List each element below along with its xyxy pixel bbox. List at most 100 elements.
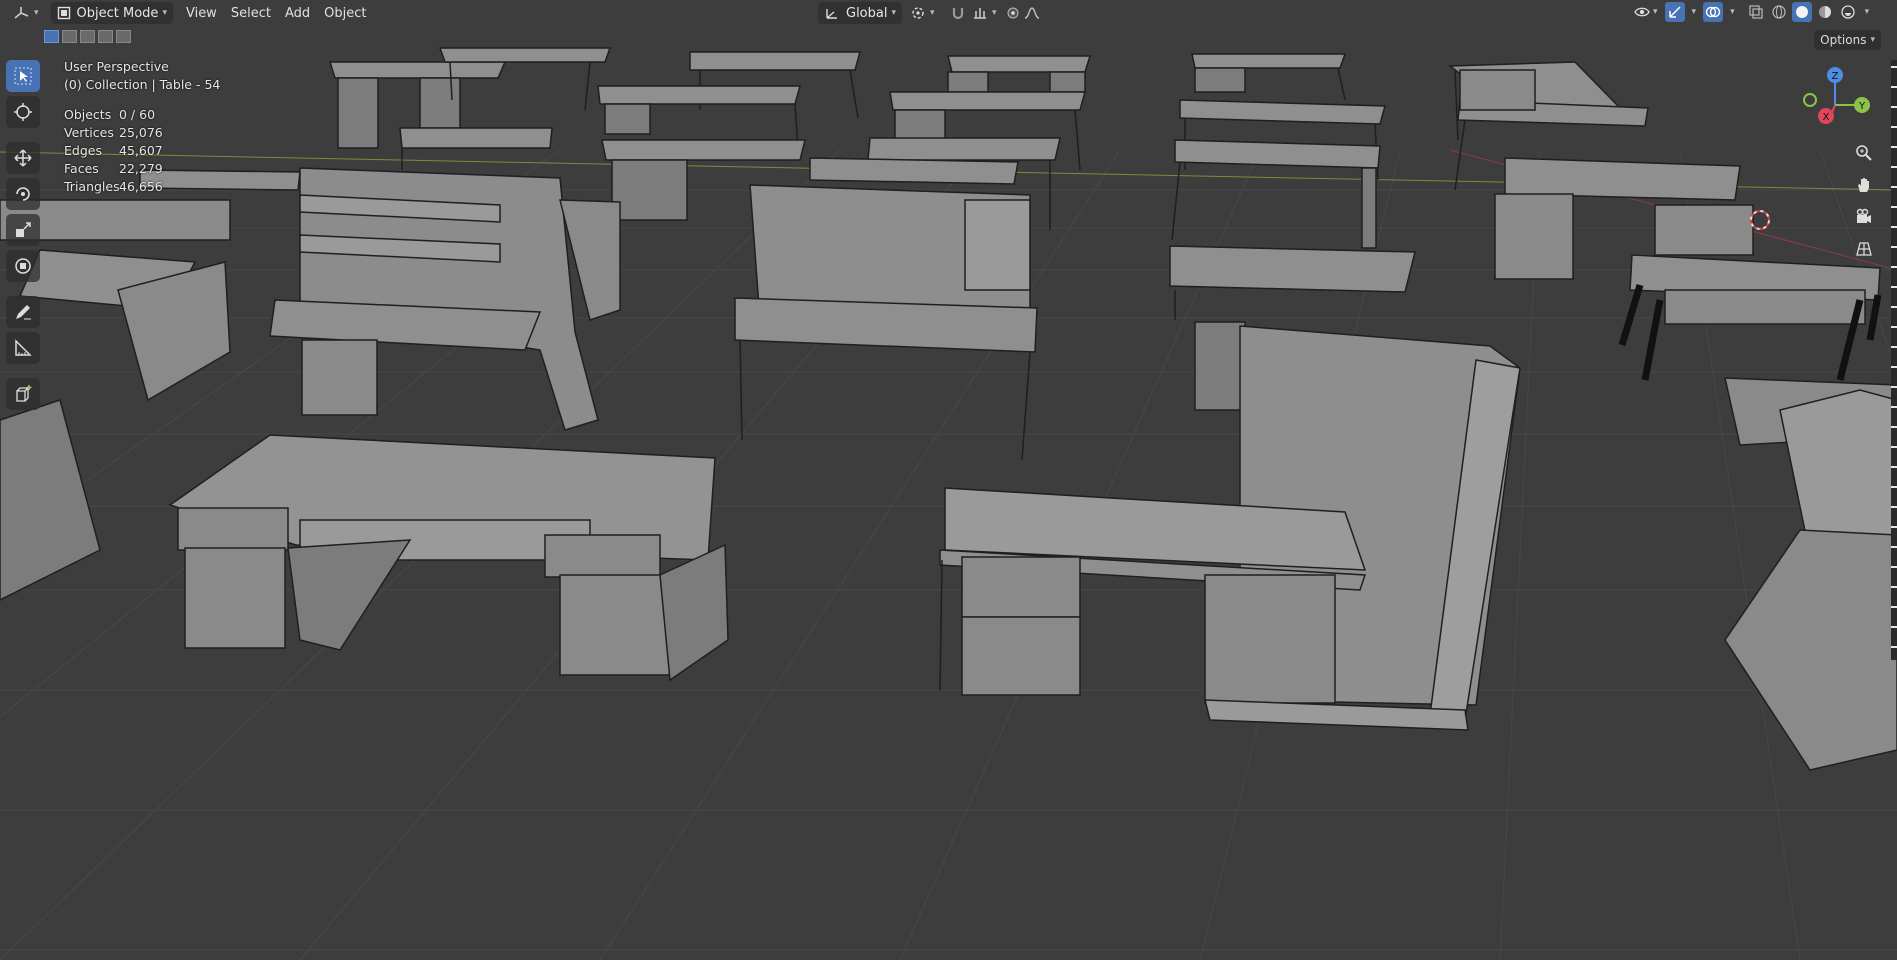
stat-value: 0 / 60 [119, 107, 156, 122]
select-extend-icon[interactable] [62, 30, 77, 43]
rotate-tool[interactable] [6, 178, 40, 210]
falloff-curve-icon [1024, 7, 1040, 19]
cursor-tool[interactable] [6, 96, 40, 128]
gizmo-z-label: Z [1832, 71, 1839, 82]
pivot-point-button[interactable]: ▾ [904, 2, 941, 24]
stat-label: Objects [64, 107, 112, 122]
gizmo-icon [1668, 6, 1681, 18]
zoom-button[interactable] [1851, 140, 1877, 166]
hand-icon [1858, 178, 1869, 192]
ruler-icon [15, 339, 32, 356]
xray-icon [1748, 5, 1763, 19]
viewport-visibility-controls: ▾ ▾ ▾ ▾ [1632, 2, 1869, 22]
stat-label: Edges [64, 143, 102, 158]
3d-cursor-tool-icon [14, 103, 32, 121]
menu-select[interactable]: Select [224, 6, 278, 21]
annotate-tool[interactable] [6, 296, 40, 328]
collection-label: (0) Collection | Table - 54 [64, 77, 221, 92]
falloff-dropdown[interactable] [1018, 2, 1046, 24]
select-intersect-icon[interactable] [116, 30, 131, 43]
stat-row: Edges 45,607 [64, 142, 220, 160]
mode-label: Object Mode [76, 5, 159, 21]
stat-value: 22,279 [119, 161, 163, 176]
camera-icon [1856, 208, 1871, 223]
gizmo-y-label: Y [1858, 101, 1866, 112]
axis-icon [14, 7, 29, 19]
shading-solid-button[interactable] [1791, 2, 1812, 22]
scene-statistics: Objects 0 / 60 Vertices 25,076 Edges 45,607… [64, 106, 220, 196]
stat-value: 45,607 [119, 143, 163, 158]
shading-material-button[interactable] [1815, 2, 1835, 22]
menu-view[interactable]: View [179, 6, 224, 21]
add-cube-tool[interactable] [6, 378, 40, 410]
move-tool[interactable] [6, 142, 40, 174]
perspective-label: User Perspective [64, 59, 169, 74]
rotate-icon [16, 187, 30, 201]
snap-target-dropdown[interactable]: ▾ [966, 2, 1003, 24]
scene-render [0, 47, 1897, 960]
pivot-icon [912, 7, 924, 19]
overlays-icon [1705, 6, 1721, 18]
measure-tool[interactable] [6, 332, 40, 364]
shading-wireframe-button[interactable] [1769, 2, 1789, 22]
pencil-icon [16, 305, 31, 320]
orientation-dropdown[interactable]: Global ▾ [818, 2, 903, 24]
eye-icon [1634, 7, 1650, 17]
xray-toggle[interactable] [1746, 2, 1766, 22]
object-mode-icon [57, 6, 70, 20]
neg-y-axis-handle[interactable] [1803, 93, 1817, 107]
editor-type-button[interactable]: ▾ [6, 2, 45, 24]
add-cube-icon [16, 385, 32, 402]
magnet-icon [952, 8, 964, 20]
overlays-toggle[interactable] [1703, 2, 1724, 22]
transform-icon [15, 258, 31, 274]
perspective-toggle-button[interactable] [1851, 236, 1877, 262]
stat-value: 46,656 [119, 179, 163, 194]
navigation-gizmo[interactable]: Z Y X [1790, 60, 1880, 150]
move-arrows-icon [14, 149, 32, 167]
selection-mode-buttons [44, 30, 131, 43]
shading-rendered-button[interactable] [1838, 2, 1858, 22]
menu-object[interactable]: Object [317, 6, 373, 21]
pan-button[interactable] [1851, 172, 1877, 198]
select-subtract-icon[interactable] [80, 30, 95, 43]
snap-increment-icon [974, 8, 986, 19]
viewport-info-overlay: User Perspective (0) Collection | Table … [64, 58, 220, 196]
scale-tool[interactable] [6, 214, 40, 246]
region-edge-handle[interactable] [1891, 60, 1897, 660]
tool-shelf [6, 60, 42, 410]
stat-row: Triangles 46,656 [64, 178, 220, 196]
stat-label: Faces [64, 161, 99, 176]
magnifier-icon [1856, 145, 1872, 161]
grid-perspective-icon [1856, 242, 1872, 256]
stat-row: Vertices 25,076 [64, 124, 220, 142]
solid-sphere-icon [1795, 6, 1808, 18]
orientation-label: Global [846, 5, 888, 21]
furniture-objects [0, 47, 1897, 771]
rendered-sphere-icon [1840, 5, 1855, 19]
camera-view-button[interactable] [1851, 204, 1877, 230]
select-box-tool[interactable] [6, 60, 40, 92]
stat-label: Vertices [64, 125, 114, 140]
stat-label: Triangles [64, 179, 120, 194]
select-new-icon[interactable] [44, 30, 59, 43]
gizmo-toggle[interactable] [1664, 2, 1685, 22]
stat-row: Faces 22,279 [64, 160, 220, 178]
viewport-header: ▾ Object Mode ▾ View Select Add Object G… [0, 0, 1897, 26]
material-sphere-icon [1818, 6, 1831, 18]
gizmo-x-label: X [1823, 112, 1830, 123]
options-dropdown[interactable]: Options ▾ [1814, 30, 1881, 50]
stat-row: Objects 0 / 60 [64, 106, 220, 124]
object-visibility-button[interactable] [1632, 2, 1652, 22]
transform-tool[interactable] [6, 250, 40, 282]
3d-viewport[interactable]: ▾ Object Mode ▾ View Select Add Object G… [0, 0, 1897, 960]
transform-orientation-icon [826, 9, 837, 19]
cursor-arrow-icon [14, 67, 32, 85]
wireframe-sphere-icon [1771, 5, 1786, 19]
options-label: Options [1820, 33, 1867, 47]
stat-value: 25,076 [119, 125, 163, 140]
menu-add[interactable]: Add [278, 6, 317, 21]
scale-icon [16, 222, 31, 237]
mode-dropdown[interactable]: Object Mode ▾ [50, 2, 173, 24]
select-invert-icon[interactable] [98, 30, 113, 43]
